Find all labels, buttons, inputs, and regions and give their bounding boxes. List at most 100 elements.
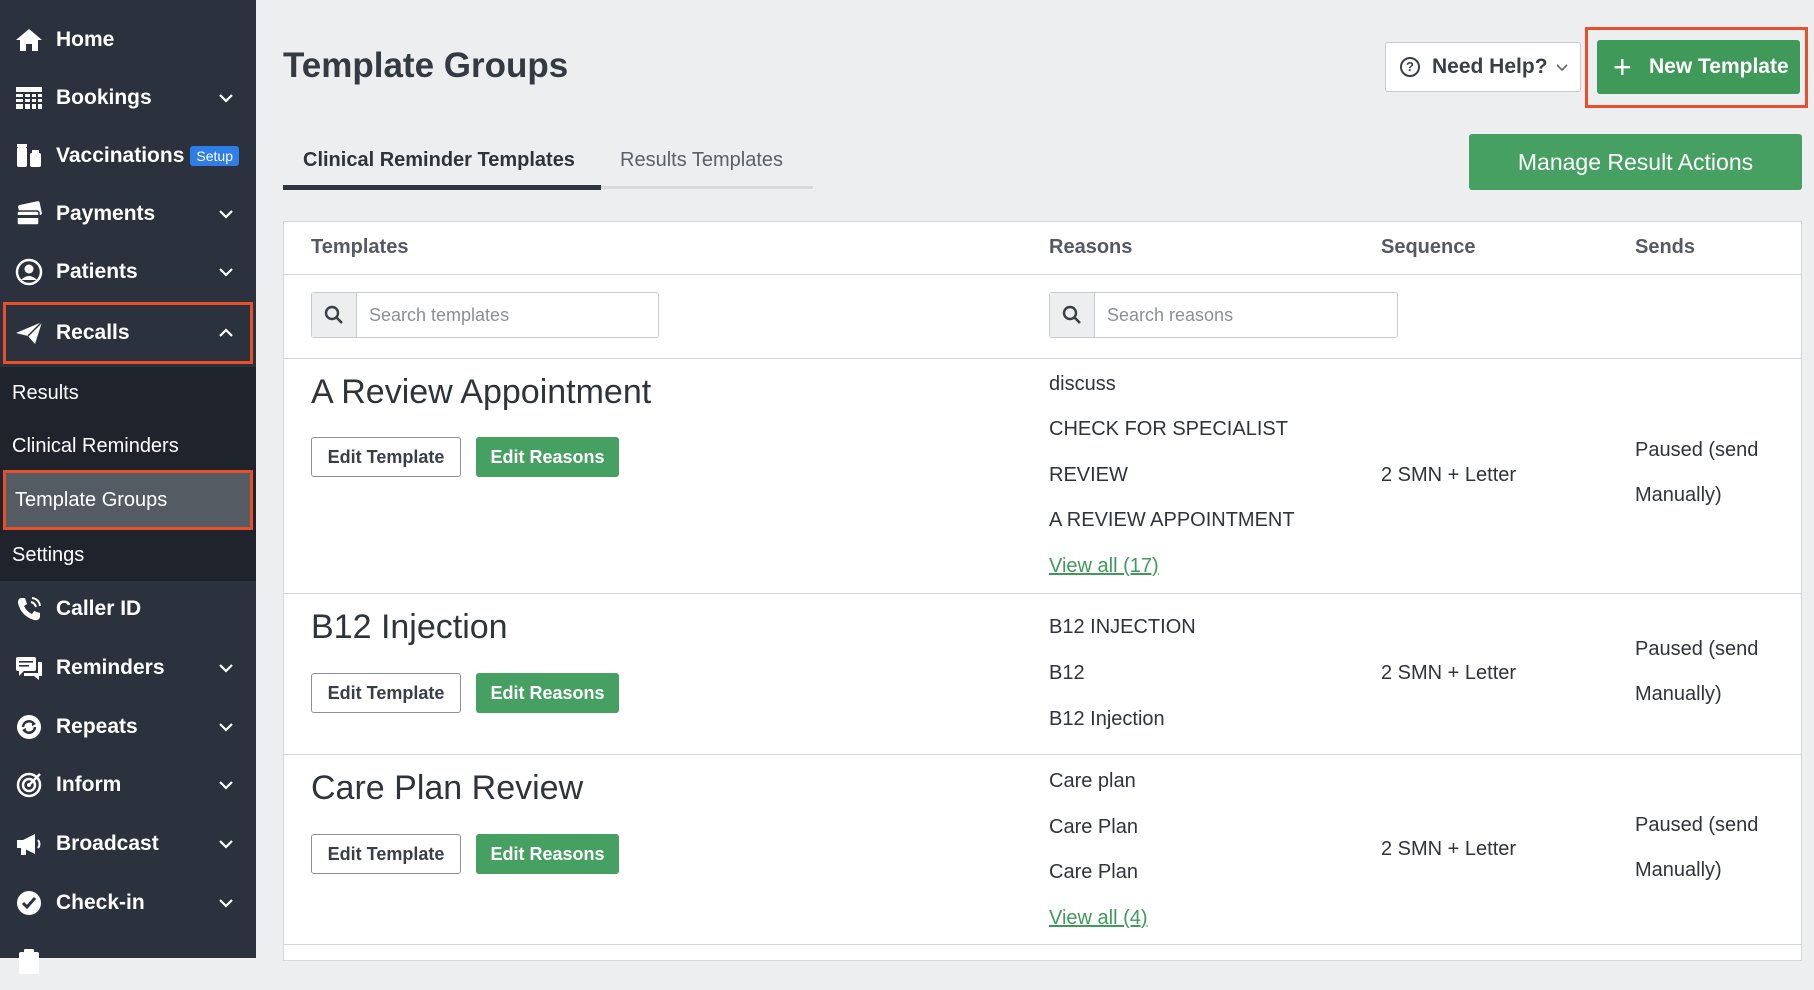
- search-icon[interactable]: [312, 293, 357, 337]
- sends-status: Paused (send Manually): [1635, 638, 1759, 705]
- main-content: Template Groups ? Need Help? + New Templ…: [256, 0, 1814, 961]
- search-icon[interactable]: [1050, 293, 1095, 337]
- template-name: A Review Appointment: [311, 373, 652, 411]
- plus-icon: +: [1613, 49, 1632, 85]
- sequence-value: 2 SMN + Letter: [1381, 838, 1517, 860]
- sidebar-item-label: Home: [56, 28, 115, 51]
- chevron-down-icon: [219, 840, 233, 849]
- sidebar-item-check-in[interactable]: Check-in: [0, 875, 256, 931]
- edit-reasons-button[interactable]: Edit Reasons: [476, 834, 619, 874]
- submenu-item-template-groups[interactable]: Template Groups: [3, 470, 253, 530]
- search-reasons-field: [1049, 292, 1398, 338]
- recalls-highlight-box: [3, 302, 253, 364]
- sidebar-item-reminders[interactable]: Reminders: [0, 640, 256, 696]
- search-templates-input[interactable]: [357, 293, 659, 337]
- target-icon: [14, 770, 44, 800]
- edit-template-button[interactable]: Edit Template: [311, 834, 461, 874]
- sequence-value: 2 SMN + Letter: [1381, 662, 1517, 684]
- new-template-label: New Template: [1649, 55, 1789, 78]
- divider: [284, 274, 1801, 275]
- reason-item: Care Plan: [1049, 861, 1138, 883]
- edit-reasons-button[interactable]: Edit Reasons: [476, 437, 619, 477]
- manage-result-actions-button[interactable]: Manage Result Actions: [1469, 134, 1802, 190]
- row-divider: [284, 754, 1801, 755]
- user-circle-icon: [14, 257, 44, 287]
- sidebar-item-repeats[interactable]: Repeats: [0, 699, 256, 755]
- sidebar-item-label: Repeats: [56, 715, 138, 738]
- recalls-submenu: Results Clinical Reminders Template Grou…: [0, 367, 256, 581]
- tab-clinical-reminder-templates[interactable]: Clinical Reminder Templates: [303, 132, 575, 188]
- chevron-down-icon: [219, 94, 233, 103]
- grid-icon: [14, 83, 44, 113]
- refresh-icon: [14, 712, 44, 742]
- sidebar-item-label: Vaccinations: [56, 144, 185, 167]
- vaccine-icon: [14, 141, 44, 171]
- phone-icon: [14, 594, 44, 624]
- reason-item: A REVIEW APPOINTMENT: [1049, 509, 1295, 531]
- tab-results-templates[interactable]: Results Templates: [620, 132, 783, 188]
- megaphone-icon: [14, 829, 44, 859]
- chevron-down-icon: [219, 899, 233, 908]
- template-name: Care Plan Review: [311, 769, 584, 807]
- submenu-item-clinical-reminders[interactable]: Clinical Reminders: [0, 420, 256, 472]
- sidebar-item-payments[interactable]: Payments: [0, 186, 256, 242]
- chevron-down-icon: [219, 210, 233, 219]
- chevron-down-icon: [219, 268, 233, 277]
- sidebar-item-bookings[interactable]: Bookings: [0, 70, 256, 126]
- sidebar-item-label: Payments: [56, 202, 156, 225]
- sidebar-item-inform[interactable]: Inform: [0, 757, 256, 813]
- payment-icon: [14, 199, 44, 229]
- edit-reasons-button[interactable]: Edit Reasons: [476, 673, 619, 713]
- reason-item: REVIEW: [1049, 464, 1128, 486]
- chevron-down-icon: [219, 664, 233, 673]
- submenu-item-results[interactable]: Results: [0, 367, 256, 419]
- search-templates-field: [311, 292, 659, 338]
- new-template-button[interactable]: + New Template: [1597, 40, 1800, 94]
- sidebar-item-label: Inform: [56, 773, 122, 796]
- sidebar-item-patients[interactable]: Patients: [0, 244, 256, 300]
- reason-item: discuss: [1049, 373, 1116, 395]
- chat-icon: [14, 653, 44, 683]
- sends-status: Paused (send Manually): [1635, 814, 1759, 881]
- sidebar-item-label: Patients: [56, 260, 138, 283]
- reason-item: CHECK FOR SPECIALIST: [1049, 418, 1288, 440]
- view-all-reasons-link[interactable]: View all (4): [1049, 907, 1148, 930]
- reason-item: B12 Injection: [1049, 708, 1165, 730]
- search-reasons-input[interactable]: [1095, 293, 1398, 337]
- row-divider: [284, 944, 1801, 945]
- sends-status: Paused (send Manually): [1635, 439, 1759, 506]
- active-tab-indicator: [283, 185, 601, 190]
- sidebar-item-caller-id[interactable]: Caller ID: [0, 581, 256, 637]
- chevron-down-icon: [1556, 64, 1568, 72]
- reason-item: B12 INJECTION: [1049, 616, 1196, 638]
- home-icon: [14, 25, 44, 55]
- sidebar-item-label: Broadcast: [56, 832, 159, 855]
- row-divider: [284, 593, 1801, 594]
- need-help-button[interactable]: ? Need Help?: [1385, 42, 1581, 92]
- chevron-down-icon: [219, 781, 233, 790]
- edit-template-button[interactable]: Edit Template: [311, 437, 461, 477]
- reason-item: Care plan: [1049, 770, 1136, 792]
- need-help-label: Need Help?: [1432, 55, 1548, 78]
- setup-badge[interactable]: Setup: [190, 146, 239, 167]
- template-name: B12 Injection: [311, 608, 508, 646]
- sidebar-item-label: Check-in: [56, 891, 145, 914]
- view-all-reasons-link[interactable]: View all (17): [1049, 555, 1159, 578]
- sidebar-item-label: Reminders: [56, 656, 165, 679]
- column-header-sends: Sends: [1635, 236, 1696, 258]
- page-title: Template Groups: [283, 46, 569, 85]
- column-header-templates: Templates: [311, 236, 409, 258]
- edit-template-button[interactable]: Edit Template: [311, 673, 461, 713]
- sequence-value: 2 SMN + Letter: [1381, 464, 1517, 486]
- sidebar-item-vaccinations[interactable]: Vaccinations Setup: [0, 128, 256, 184]
- column-header-sequence: Sequence: [1381, 236, 1476, 258]
- check-badge-icon: [14, 888, 44, 918]
- question-icon: ?: [1400, 57, 1420, 77]
- sidebar-item-more[interactable]: [0, 934, 256, 990]
- sidebar-item-broadcast[interactable]: Broadcast: [0, 816, 256, 872]
- sidebar-item-label: Caller ID: [56, 597, 142, 620]
- submenu-item-settings[interactable]: Settings: [0, 529, 256, 581]
- sidebar-item-home[interactable]: Home: [0, 12, 256, 68]
- column-header-reasons: Reasons: [1049, 236, 1133, 258]
- reason-item: Care Plan: [1049, 816, 1138, 838]
